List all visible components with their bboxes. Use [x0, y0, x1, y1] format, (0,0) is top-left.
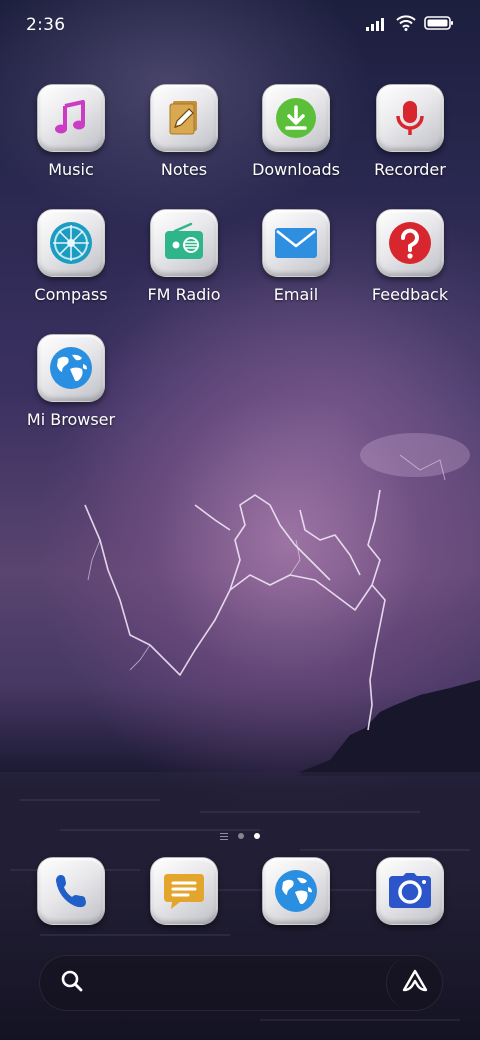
- app-list-indicator-icon[interactable]: [220, 832, 228, 840]
- app-label: Compass: [34, 285, 108, 304]
- search-icon[interactable]: [60, 969, 84, 997]
- feedback-icon: [387, 220, 433, 266]
- browser-icon: [48, 345, 94, 391]
- app-feedback[interactable]: Feedback: [354, 209, 466, 305]
- search-bar[interactable]: [39, 955, 443, 1011]
- battery-icon: [424, 15, 454, 35]
- dock-messages[interactable]: [128, 857, 240, 925]
- app-mi-browser[interactable]: Mi Browser: [15, 334, 127, 430]
- browser-icon: [273, 868, 319, 914]
- clock: 2:36: [26, 15, 66, 35]
- camera-icon: [387, 870, 433, 912]
- app-label: Notes: [160, 160, 208, 179]
- dock-phone[interactable]: [15, 857, 127, 925]
- status-bar: 2:36: [0, 0, 480, 50]
- email-icon: [273, 223, 319, 263]
- app-music[interactable]: Music: [15, 84, 127, 180]
- status-icons: [366, 15, 454, 35]
- compass-icon: [48, 220, 94, 266]
- page-dot-active[interactable]: [254, 833, 260, 839]
- app-label: Music: [48, 160, 94, 179]
- app-label: FM Radio: [147, 285, 221, 304]
- music-icon: [51, 98, 91, 138]
- assistant-button[interactable]: [386, 955, 442, 1011]
- app-recorder[interactable]: Recorder: [354, 84, 466, 180]
- notes-icon: [163, 97, 205, 139]
- app-label: Feedback: [371, 285, 449, 304]
- radio-icon: [161, 220, 207, 266]
- app-label: Mi Browser: [26, 410, 116, 429]
- dock-browser[interactable]: [240, 857, 352, 925]
- signal-icon: [366, 16, 388, 35]
- app-downloads[interactable]: Downloads: [240, 84, 352, 180]
- page-dot[interactable]: [238, 833, 244, 839]
- downloads-icon: [274, 96, 318, 140]
- app-compass[interactable]: Compass: [15, 209, 127, 305]
- app-email[interactable]: Email: [240, 209, 352, 305]
- assistant-icon: [401, 968, 429, 998]
- page-indicator[interactable]: [0, 829, 480, 843]
- phone-icon: [50, 870, 92, 912]
- app-fm-radio[interactable]: FM Radio: [128, 209, 240, 305]
- dock-camera[interactable]: [354, 857, 466, 925]
- app-label: Recorder: [374, 160, 446, 179]
- wifi-icon: [396, 15, 416, 35]
- app-notes[interactable]: Notes: [128, 84, 240, 180]
- app-label: Email: [273, 285, 319, 304]
- recorder-icon: [390, 98, 430, 138]
- messages-icon: [162, 870, 206, 912]
- app-label: Downloads: [252, 160, 340, 179]
